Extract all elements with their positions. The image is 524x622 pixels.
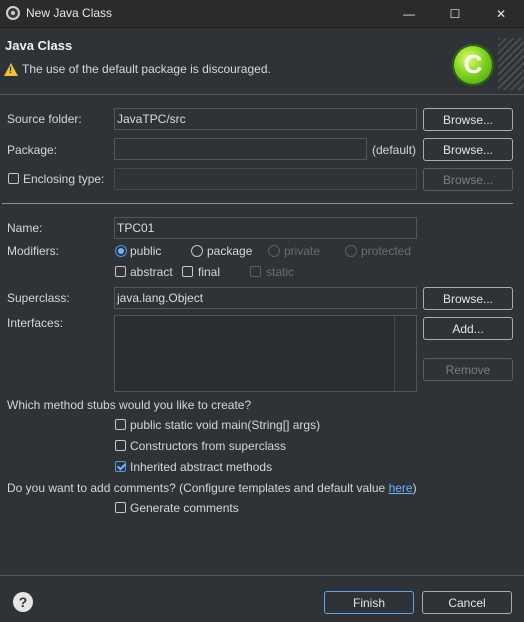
modifier-abstract-label: abstract — [130, 265, 173, 279]
interfaces-list[interactable] — [114, 315, 417, 392]
help-icon[interactable]: ? — [13, 592, 33, 612]
package-label: Package: — [7, 143, 58, 157]
warning-icon — [4, 62, 18, 76]
source-folder-input[interactable]: JavaTPC/src — [114, 108, 417, 130]
stub-main-label: public static void main(String[] args) — [130, 418, 321, 432]
name-label: Name: — [7, 221, 43, 235]
superclass-input[interactable]: java.lang.Object — [114, 287, 417, 309]
modifier-package-radio[interactable] — [191, 245, 203, 257]
modifier-abstract-checkbox[interactable] — [115, 266, 126, 277]
header-decoration — [498, 38, 524, 90]
modifier-static-checkbox[interactable] — [250, 266, 261, 277]
modifier-public-label: public — [130, 244, 162, 258]
enclosing-type-label: Enclosing type: — [23, 172, 105, 186]
superclass-label: Superclass: — [7, 291, 70, 305]
title-bar: New Java Class — ☐ ✕ — [0, 0, 524, 28]
modifier-protected-radio[interactable] — [345, 245, 357, 257]
modifier-private-radio[interactable] — [268, 245, 280, 257]
method-stubs-question: Which method stubs would you like to cre… — [7, 398, 252, 412]
package-browse-button[interactable]: Browse... — [423, 138, 513, 161]
maximize-button[interactable]: ☐ — [432, 0, 478, 28]
wizard-header: Java Class The use of the default packag… — [0, 29, 524, 95]
warning-text: The use of the default package is discou… — [22, 62, 271, 76]
stub-constructors-label: Constructors from superclass — [130, 439, 287, 453]
stub-main-checkbox[interactable] — [115, 419, 126, 430]
minimize-button[interactable]: — — [386, 0, 432, 28]
interfaces-scrollbar[interactable] — [394, 316, 416, 391]
modifiers-label: Modifiers: — [7, 244, 60, 258]
superclass-browse-button[interactable]: Browse... — [423, 287, 513, 310]
generate-comments-checkbox[interactable] — [115, 502, 126, 513]
stub-inherited-label: Inherited abstract methods — [130, 460, 273, 474]
close-button[interactable]: ✕ — [478, 0, 524, 28]
warning-message: The use of the default package is discou… — [4, 62, 271, 76]
enclosing-type-input[interactable] — [114, 168, 417, 190]
separator — [2, 203, 513, 204]
wizard-title: Java Class — [5, 38, 73, 53]
modifier-final-label: final — [198, 265, 221, 279]
comments-question: Do you want to add comments? (Configure … — [7, 481, 417, 495]
modifier-static-label: static — [266, 265, 295, 279]
source-folder-label: Source folder: — [7, 112, 82, 126]
modifier-private-label: private — [284, 244, 321, 258]
java-class-logo-icon: C — [452, 44, 494, 86]
source-folder-browse-button[interactable]: Browse... — [423, 108, 513, 131]
finish-button[interactable]: Finish — [324, 591, 414, 614]
configure-templates-link[interactable]: here — [389, 481, 413, 495]
class-name-input[interactable]: TPC01 — [114, 217, 417, 239]
add-interface-button[interactable]: Add... — [423, 317, 513, 340]
modifier-package-label: package — [207, 244, 253, 258]
interfaces-label: Interfaces: — [7, 316, 64, 330]
generate-comments-label: Generate comments — [130, 501, 239, 515]
package-input[interactable] — [114, 138, 367, 160]
cancel-button[interactable]: Cancel — [422, 591, 512, 614]
modifier-public-radio[interactable] — [115, 245, 127, 257]
remove-interface-button[interactable]: Remove — [423, 358, 513, 381]
package-default-hint: (default) — [372, 143, 417, 157]
footer-separator — [0, 575, 524, 576]
modifier-final-checkbox[interactable] — [182, 266, 193, 277]
enclosing-type-checkbox[interactable] — [8, 173, 19, 184]
modifier-protected-label: protected — [361, 244, 412, 258]
eclipse-app-icon — [6, 6, 20, 20]
window-title: New Java Class — [26, 6, 113, 20]
enclosing-type-browse-button[interactable]: Browse... — [423, 168, 513, 191]
stub-constructors-checkbox[interactable] — [115, 440, 126, 451]
stub-inherited-checkbox[interactable] — [115, 461, 126, 472]
